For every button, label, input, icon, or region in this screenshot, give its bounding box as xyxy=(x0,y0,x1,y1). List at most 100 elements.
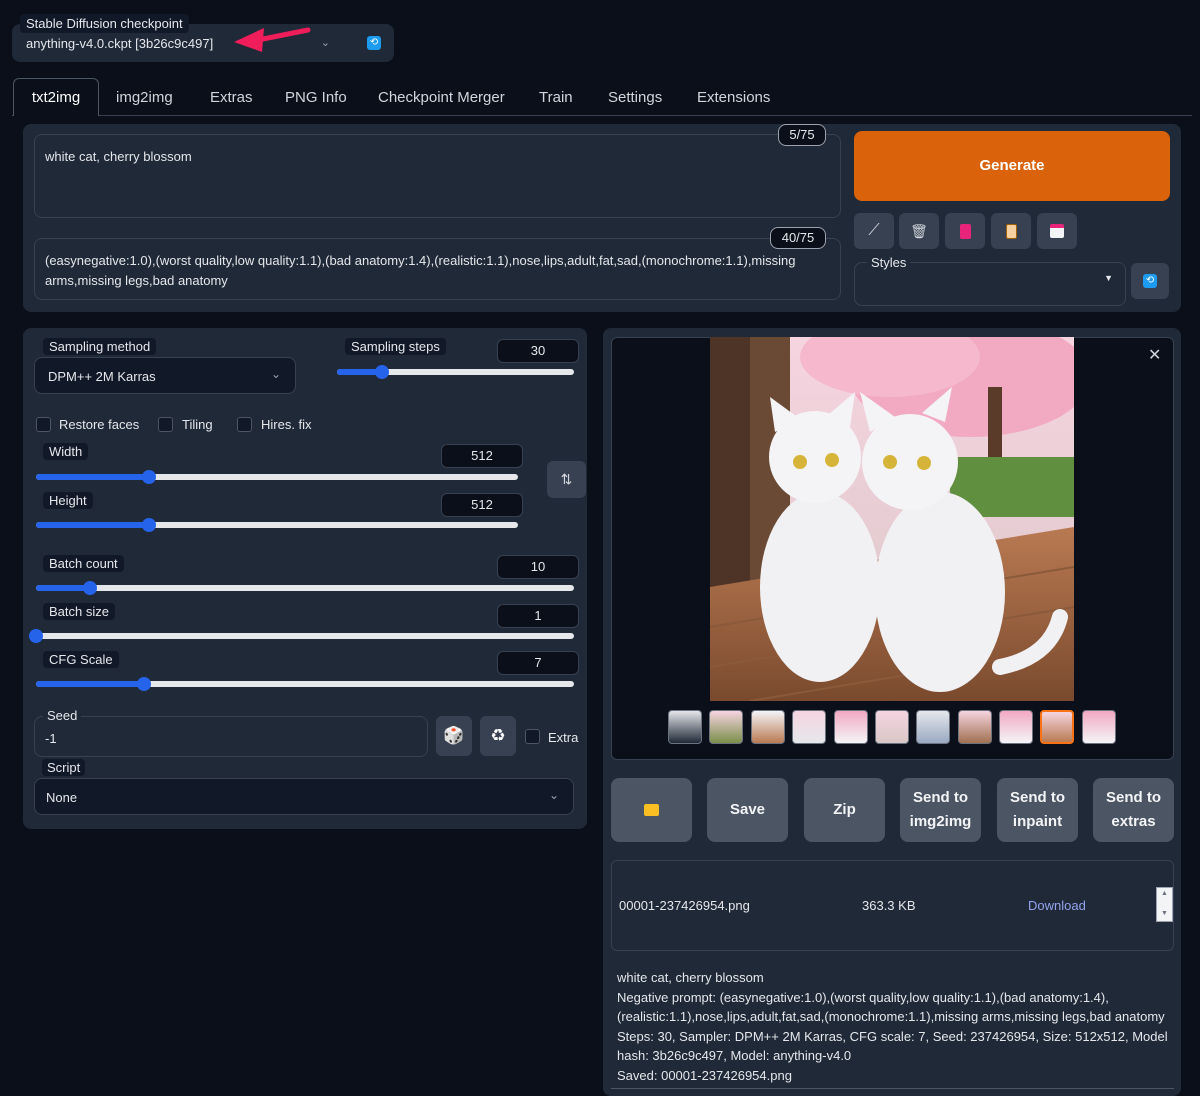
seed-input[interactable]: Seed -1 xyxy=(34,708,428,757)
gallery-thumbnail[interactable] xyxy=(668,710,702,744)
tab-settings[interactable]: Settings xyxy=(608,80,662,116)
swap-arrows-icon: ⇅ xyxy=(560,471,573,487)
width-input[interactable]: 512 xyxy=(441,444,523,468)
download-link[interactable]: Download xyxy=(1028,898,1086,913)
open-folder-button[interactable] xyxy=(611,778,692,842)
send-to-inpaint-button[interactable]: Send to inpaint xyxy=(997,778,1078,842)
save-button[interactable]: Save xyxy=(707,778,788,842)
floppy-icon xyxy=(1050,224,1064,238)
sampling-steps-input[interactable]: 30 xyxy=(497,339,579,363)
negative-token-counter: 40/75 xyxy=(770,227,826,249)
gallery-thumbnail[interactable] xyxy=(1082,710,1116,744)
file-name: 00001-237426954.png xyxy=(619,898,750,913)
gallery-thumbnail[interactable] xyxy=(875,710,909,744)
batch-size-slider[interactable] xyxy=(29,629,574,643)
tiling-checkbox[interactable] xyxy=(158,417,173,432)
info-params-2: hash: 3b26c9c497, Model: anything-v4.0 xyxy=(617,1048,852,1064)
apply-style-button[interactable] xyxy=(991,213,1031,249)
gallery-thumbnail-selected[interactable] xyxy=(1040,710,1074,744)
red-arrow-icon xyxy=(234,27,311,52)
prompt-text: white cat, cherry blossom xyxy=(45,149,192,164)
info-prompt: white cat, cherry blossom xyxy=(617,970,764,985)
gallery-thumbnail[interactable] xyxy=(999,710,1033,744)
negative-prompt-text: (easynegative:1.0),(worst quality,low qu… xyxy=(45,253,796,288)
gallery-thumbnail[interactable] xyxy=(958,710,992,744)
batch-count-label: Batch count xyxy=(43,555,124,572)
batch-size-input[interactable]: 1 xyxy=(497,604,579,628)
sampling-method-dropdown[interactable]: DPM++ 2M Karras ⌄ xyxy=(34,357,296,394)
prompt-token-counter: 5/75 xyxy=(778,124,826,146)
dice-icon: 🎲 xyxy=(443,726,465,745)
tab-extras[interactable]: Extras xyxy=(210,80,253,116)
cfg-scale-input[interactable]: 7 xyxy=(497,651,579,675)
gallery-thumbnail[interactable] xyxy=(792,710,826,744)
sampling-steps-label: Sampling steps xyxy=(345,338,446,355)
height-label: Height xyxy=(43,492,93,509)
width-label: Width xyxy=(43,443,89,460)
styles-dropdown[interactable]: Styles ▼ xyxy=(854,255,1126,306)
tab-checkpoint-merger[interactable]: Checkpoint Merger xyxy=(378,80,505,116)
extra-networks-button[interactable] xyxy=(945,213,985,249)
tab-train[interactable]: Train xyxy=(539,80,573,116)
restore-faces-label: Restore faces xyxy=(59,417,140,432)
refresh-styles-button[interactable]: ⟲ xyxy=(1131,263,1169,299)
refresh-icon: ⟲ xyxy=(1143,274,1157,288)
script-dropdown[interactable]: None ⌄ xyxy=(34,778,574,815)
script-label: Script xyxy=(42,759,86,776)
random-seed-button[interactable]: 🎲 xyxy=(436,716,472,756)
generated-image[interactable] xyxy=(710,337,1074,701)
folder-icon xyxy=(644,804,659,816)
recycle-icon: ♻ xyxy=(490,726,506,745)
tab-png-info[interactable]: PNG Info xyxy=(285,80,347,116)
sampling-method-label: Sampling method xyxy=(43,338,157,355)
tab-extensions[interactable]: Extensions xyxy=(697,80,770,116)
clear-prompt-button[interactable]: 🗑 xyxy=(899,213,939,249)
tiling-label: Tiling xyxy=(182,417,213,432)
generate-button[interactable]: Generate xyxy=(854,131,1170,201)
cfg-scale-slider[interactable] xyxy=(36,677,574,691)
height-slider[interactable] xyxy=(36,518,518,532)
styles-label: Styles xyxy=(867,255,911,270)
gallery-thumbnail[interactable] xyxy=(709,710,743,744)
batch-count-slider[interactable] xyxy=(36,581,574,595)
close-icon[interactable]: ✕ xyxy=(1148,345,1161,365)
save-style-button[interactable] xyxy=(1037,213,1077,249)
prompt-input[interactable]: white cat, cherry blossom xyxy=(34,134,841,218)
tab-bar-line xyxy=(12,115,1192,116)
sampling-steps-slider[interactable] xyxy=(337,365,574,379)
gallery-thumbnail[interactable] xyxy=(751,710,785,744)
info-negative-1: Negative prompt: (easynegative:1.0),(wor… xyxy=(617,989,1109,1005)
reuse-seed-button[interactable]: ♻ xyxy=(480,716,516,756)
extra-seed-checkbox[interactable] xyxy=(525,729,540,744)
height-input[interactable]: 512 xyxy=(441,493,523,517)
chevron-down-icon: ⌄ xyxy=(270,367,281,381)
arrow-diagonal-icon: ⟋ xyxy=(868,222,880,239)
swap-dimensions-button[interactable]: ⇅ xyxy=(547,461,586,498)
chevron-down-icon: ⌄ xyxy=(548,788,559,802)
refresh-checkpoint-button[interactable]: ⟲ xyxy=(356,28,392,58)
generation-info: white cat, cherry blossom Negative promp… xyxy=(617,968,1177,1086)
gallery-thumbnail[interactable] xyxy=(916,710,950,744)
clipboard-icon xyxy=(1005,223,1017,239)
send-to-extras-button[interactable]: Send to extras xyxy=(1093,778,1174,842)
card-icon xyxy=(959,223,971,239)
zip-button[interactable]: Zip xyxy=(804,778,885,842)
hires-fix-checkbox[interactable] xyxy=(237,417,252,432)
scroll-up-icon: ▲ xyxy=(1161,890,1168,897)
send-to-img2img-button[interactable]: Send to img2img xyxy=(900,778,981,842)
batch-count-input[interactable]: 10 xyxy=(497,555,579,579)
info-saved: Saved: 00001-237426954.png xyxy=(617,1067,792,1083)
info-divider xyxy=(611,1088,1174,1089)
restore-faces-checkbox[interactable] xyxy=(36,417,51,432)
hires-fix-label: Hires. fix xyxy=(261,417,312,432)
chevron-down-icon: ⌄ xyxy=(320,37,330,49)
tab-txt2img[interactable]: txt2img xyxy=(13,78,99,116)
scroll-down-icon: ▼ xyxy=(1161,910,1168,917)
read-params-button[interactable]: ⟋ xyxy=(854,213,894,249)
file-list-scrollbar[interactable]: ▲ ▼ xyxy=(1156,887,1173,922)
width-slider[interactable] xyxy=(36,470,518,484)
seed-value: -1 xyxy=(45,731,57,746)
negative-prompt-input[interactable]: (easynegative:1.0),(worst quality,low qu… xyxy=(34,238,841,300)
gallery-thumbnail[interactable] xyxy=(834,710,868,744)
tab-img2img[interactable]: img2img xyxy=(116,80,173,116)
